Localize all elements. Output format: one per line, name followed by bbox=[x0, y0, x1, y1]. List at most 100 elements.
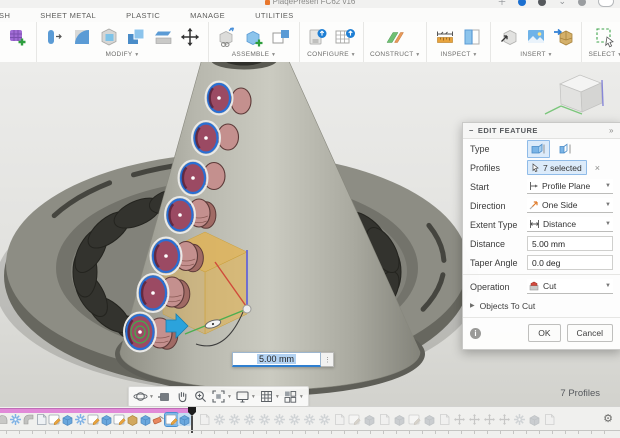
timeline-feature-form-icon[interactable] bbox=[126, 413, 139, 426]
pan-icon[interactable] bbox=[175, 389, 190, 404]
info-icon[interactable]: i bbox=[470, 328, 481, 339]
tab-sheet-metal[interactable]: SHEET METAL bbox=[40, 11, 96, 20]
timeline-feature-pattern-icon[interactable] bbox=[318, 413, 331, 426]
display-settings-icon[interactable]: ▼ bbox=[235, 389, 256, 404]
tab-plastic[interactable]: PLASTIC bbox=[126, 11, 160, 20]
extrude-type-icon[interactable] bbox=[527, 140, 550, 158]
fit-icon[interactable]: ▼ bbox=[211, 389, 232, 404]
toolbar-group-label[interactable]: INSPECT ▼ bbox=[440, 51, 477, 58]
timeline-feature-extrude-icon[interactable] bbox=[139, 413, 152, 426]
profile-circle-selected[interactable] bbox=[151, 238, 182, 275]
timeline-feature-fillet-icon[interactable] bbox=[22, 413, 35, 426]
timeline-feature-pattern-icon[interactable] bbox=[9, 413, 22, 426]
timeline-feature-extrude-icon[interactable] bbox=[100, 413, 113, 426]
configuration-icon[interactable] bbox=[306, 25, 330, 49]
mesh-create-icon[interactable] bbox=[6, 25, 30, 49]
timeline-feature-doc-icon[interactable] bbox=[198, 413, 211, 426]
tab-mesh[interactable]: MESH bbox=[0, 11, 10, 20]
insert-mesh-icon[interactable] bbox=[551, 25, 575, 49]
distance-dimension-input[interactable]: 5.00 mm bbox=[232, 352, 321, 367]
config-table-icon[interactable] bbox=[333, 25, 357, 49]
toolbar-group-label[interactable]: SELECT ▼ bbox=[588, 51, 620, 58]
clear-selection-icon[interactable]: × bbox=[595, 163, 600, 173]
timeline-feature-doc-icon[interactable] bbox=[543, 413, 556, 426]
new-component-icon[interactable] bbox=[215, 25, 239, 49]
orbit-icon[interactable]: ▼ bbox=[133, 389, 154, 404]
timeline-feature-sketch-icon[interactable] bbox=[87, 413, 100, 426]
toolbar-group-label[interactable]: MODIFY ▼ bbox=[105, 51, 139, 58]
timeline-feature-sketch-icon[interactable] bbox=[113, 413, 126, 426]
measure-icon[interactable] bbox=[433, 25, 457, 49]
dock-panel-icon[interactable]: » bbox=[609, 126, 614, 135]
thin-extrude-type-icon[interactable] bbox=[554, 140, 577, 158]
shell-icon[interactable] bbox=[97, 25, 121, 49]
timeline-feature-sketch-icon[interactable] bbox=[48, 413, 61, 426]
ok-button[interactable]: OK bbox=[528, 324, 560, 342]
profile-circle-selected[interactable] bbox=[206, 82, 233, 115]
timeline-feature-move-icon[interactable] bbox=[468, 413, 481, 426]
profile-circle-selected[interactable] bbox=[124, 313, 156, 352]
notifications-icon[interactable] bbox=[538, 0, 546, 6]
look-at-icon[interactable] bbox=[157, 389, 172, 404]
profiles-selection-chip[interactable]: 7 selected bbox=[527, 160, 587, 175]
timeline-feature-pattern-icon[interactable] bbox=[513, 413, 526, 426]
combine-icon[interactable] bbox=[124, 25, 148, 49]
rigid-group-icon[interactable] bbox=[269, 25, 293, 49]
toolbar-group-label[interactable]: INSERT ▼ bbox=[520, 51, 552, 58]
timeline-feature-move-icon[interactable] bbox=[483, 413, 496, 426]
objects-to-cut-row[interactable]: ▶ Objects To Cut bbox=[463, 296, 620, 315]
timeline-feature-pattern-icon[interactable] bbox=[228, 413, 241, 426]
timeline-feature-doc-icon[interactable] bbox=[333, 413, 346, 426]
distance-input[interactable]: 5.00 mm bbox=[527, 236, 613, 251]
toolbar-group-label[interactable]: CONSTRUCT ▼ bbox=[370, 51, 420, 58]
dimension-expression-grip[interactable]: ⋮ bbox=[321, 352, 334, 367]
timeline-ruler[interactable] bbox=[0, 430, 620, 435]
extent-type-dropdown[interactable]: Distance▼ bbox=[527, 217, 613, 232]
timeline-feature-doc-icon[interactable] bbox=[35, 413, 48, 426]
fillet-icon[interactable] bbox=[70, 25, 94, 49]
timeline-feature-pattern-icon[interactable] bbox=[74, 413, 87, 426]
move-icon[interactable] bbox=[178, 25, 202, 49]
timeline-feature-pattern-icon[interactable] bbox=[243, 413, 256, 426]
insert-derive-icon[interactable] bbox=[497, 25, 521, 49]
profile-circle-selected[interactable] bbox=[165, 197, 195, 233]
timeline-settings-gear-icon[interactable]: ⚙ bbox=[603, 412, 613, 426]
expand-section-icon[interactable]: ▶ bbox=[470, 302, 475, 309]
timeline-feature-extrude-icon[interactable] bbox=[363, 413, 376, 426]
section-analysis-icon[interactable] bbox=[460, 25, 484, 49]
timeline-feature-extrude-icon[interactable] bbox=[61, 413, 74, 426]
canvas-icon[interactable] bbox=[524, 25, 548, 49]
profile-circle-selected[interactable] bbox=[179, 161, 208, 196]
press-pull-icon[interactable] bbox=[43, 25, 67, 49]
avatar[interactable] bbox=[598, 0, 614, 7]
help-dropdown-icon[interactable]: ⌄ bbox=[558, 0, 566, 7]
construct-plane-icon[interactable] bbox=[383, 25, 407, 49]
select-icon[interactable] bbox=[593, 25, 617, 49]
dialog-header[interactable]: − EDIT FEATURE » bbox=[463, 123, 620, 139]
join-icon[interactable] bbox=[242, 25, 266, 49]
timeline-feature-pattern-icon[interactable] bbox=[273, 413, 286, 426]
profile-circle[interactable] bbox=[231, 88, 251, 114]
toolbar-group-label[interactable]: ASSEMBLE ▼ bbox=[232, 51, 276, 58]
timeline-feature-doc-icon[interactable] bbox=[378, 413, 391, 426]
timeline-feature-move-icon[interactable] bbox=[453, 413, 466, 426]
tab-manage[interactable]: MANAGE bbox=[190, 11, 225, 20]
timeline-feature-move-icon[interactable] bbox=[498, 413, 511, 426]
profile-circle-selected[interactable] bbox=[192, 121, 220, 155]
add-tab-icon[interactable]: ＋ bbox=[497, 0, 506, 8]
timeline-feature-doc-icon[interactable] bbox=[438, 413, 451, 426]
timeline-feature-extrude-icon[interactable] bbox=[528, 413, 541, 426]
collapse-icon[interactable]: ⌃ bbox=[478, 0, 486, 7]
timeline-feature-delete-icon[interactable] bbox=[152, 413, 165, 426]
toolbar-group-label[interactable]: CONFIGURE ▼ bbox=[307, 51, 356, 58]
timeline-feature-pattern-icon[interactable] bbox=[288, 413, 301, 426]
zoom-icon[interactable] bbox=[193, 389, 208, 404]
tab-utilities[interactable]: UTILITIES bbox=[255, 11, 294, 20]
timeline-feature-sketch-icon[interactable] bbox=[408, 413, 421, 426]
start-dropdown[interactable]: Profile Plane▼ bbox=[527, 179, 613, 194]
view-cube[interactable] bbox=[545, 75, 603, 114]
timeline-feature-extrude-icon[interactable] bbox=[423, 413, 436, 426]
taper-angle-input[interactable]: 0.0 deg bbox=[527, 255, 613, 270]
grid-icon[interactable]: ▼ bbox=[259, 389, 280, 404]
operation-dropdown[interactable]: Cut▼ bbox=[527, 279, 613, 294]
